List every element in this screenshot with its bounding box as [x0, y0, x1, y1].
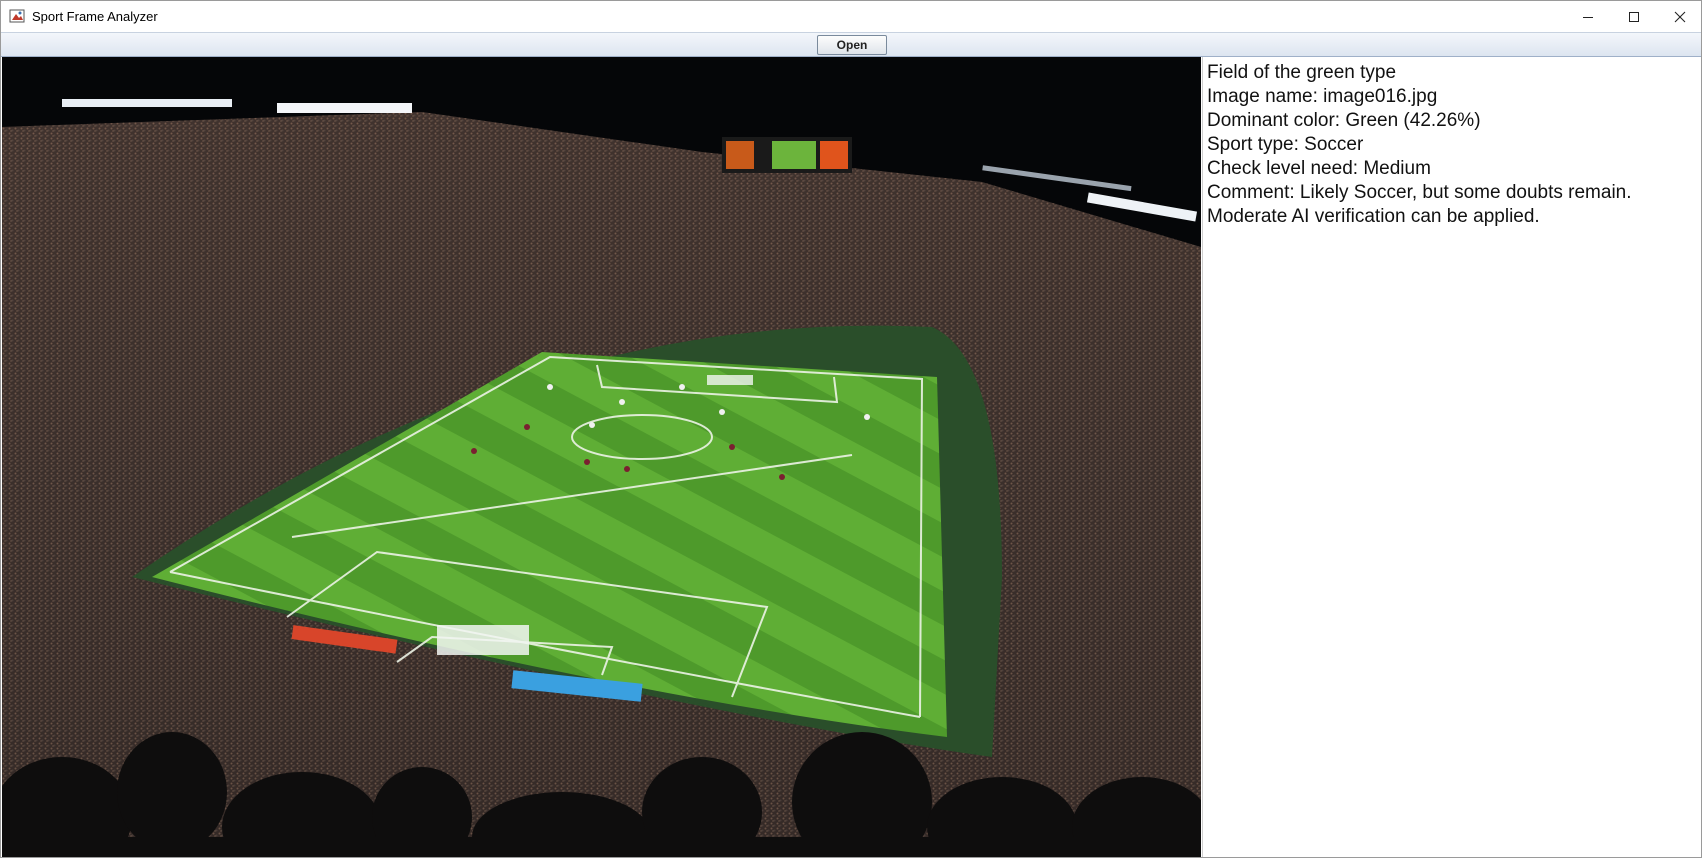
maximize-icon [1629, 11, 1639, 22]
minimize-button[interactable] [1565, 1, 1611, 32]
check-level-text: Check level need: Medium [1207, 158, 1431, 179]
verification-text: Moderate AI verification can be applied. [1207, 206, 1540, 227]
minimize-icon [1583, 16, 1593, 18]
toolbar: Open Image [1, 32, 1701, 70]
field-type-text: Field of the green type [1207, 62, 1397, 83]
stadium-photo [2, 57, 1201, 857]
image-display-panel [2, 57, 1201, 857]
image-name-text: Image name: image016.jpg [1207, 86, 1438, 107]
title-bar[interactable]: Sport Frame Analyzer [1, 1, 1701, 32]
comment-text: Comment: Likely Soccer, but some doubts … [1207, 182, 1632, 203]
app-window: Sport Frame Analyzer Open Image [0, 0, 1702, 858]
open-image-button[interactable]: Open Image [817, 35, 887, 70]
close-icon [1674, 11, 1686, 22]
java-app-icon [9, 8, 25, 24]
maximize-button[interactable] [1611, 1, 1657, 32]
sport-type-text: Sport type: Soccer [1207, 134, 1364, 155]
dominant-color-text: Dominant color: Green (42.26%) [1207, 110, 1481, 131]
window-title: Sport Frame Analyzer [32, 9, 158, 24]
close-button[interactable] [1657, 1, 1701, 32]
analysis-panel: Field of the green type Image name: imag… [1202, 57, 1701, 857]
